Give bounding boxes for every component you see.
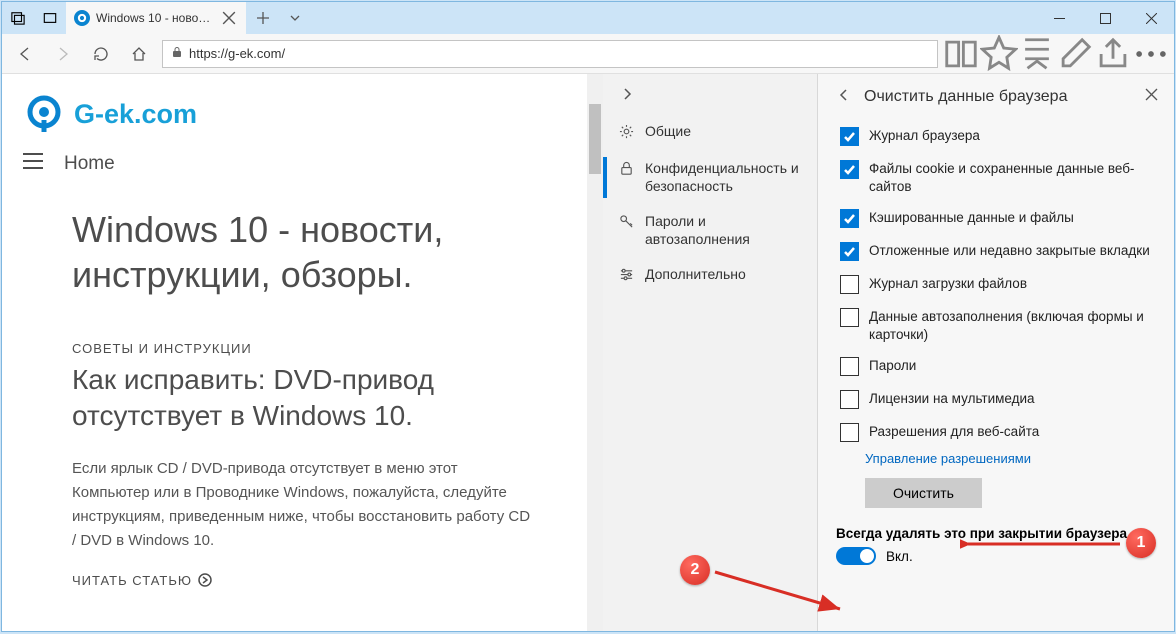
window-close-button[interactable] [1128, 2, 1174, 34]
tab-favicon [74, 10, 90, 26]
checkbox-row-3[interactable]: Отложенные или недавно закрытые вкладки [836, 235, 1158, 268]
nav-refresh-button[interactable] [82, 34, 120, 74]
checkbox-row-1[interactable]: Файлы cookie и сохраненные данные веб-са… [836, 153, 1158, 202]
checkbox-label: Журнал браузера [869, 127, 980, 145]
settings-item-privacy[interactable]: Конфиденциальность и безопасность [603, 151, 817, 204]
checkbox[interactable] [840, 275, 859, 294]
checkbox-row-8[interactable]: Разрешения для веб-сайта [836, 416, 1158, 449]
tab-chevron-icon[interactable] [280, 2, 310, 34]
annotation-badge-2: 2 [680, 555, 710, 585]
new-tab-button[interactable] [246, 2, 280, 34]
settings-item-passwords[interactable]: Пароли и автозаполнения [603, 204, 817, 257]
toggle-state-label: Вкл. [886, 549, 913, 564]
always-delete-toggle[interactable] [836, 547, 876, 565]
checkbox-row-4[interactable]: Журнал загрузки файлов [836, 268, 1158, 301]
panel-close-button[interactable] [1145, 88, 1158, 106]
checkbox[interactable] [840, 127, 859, 146]
lock-icon [171, 45, 183, 63]
favorite-star-icon[interactable] [980, 34, 1018, 74]
tabs-aside-icon[interactable] [2, 2, 34, 34]
favorites-hub-icon[interactable] [1018, 34, 1056, 74]
manage-permissions-link[interactable]: Управление разрешениями [836, 449, 1158, 466]
article-category: СОВЕТЫ И ИНСТРУКЦИИ [2, 317, 603, 362]
article-body: Если ярлык CD / DVD-привода отсутствует … [2, 449, 603, 553]
nav-home-link[interactable]: Home [64, 153, 115, 175]
lock-icon [619, 161, 635, 179]
hamburger-icon[interactable] [22, 152, 44, 175]
logo-text: G-ek.com [74, 99, 197, 130]
checkbox-label: Лицензии на мультимедиа [869, 390, 1035, 408]
window-maximize-button[interactable] [1082, 2, 1128, 34]
checkbox[interactable] [840, 242, 859, 261]
window-minimize-button[interactable] [1036, 2, 1082, 34]
read-more-link[interactable]: ЧИТАТЬ СТАТЬЮ [2, 553, 603, 588]
article-title[interactable]: Как исправить: DVD-привод отсутствует в … [2, 362, 603, 449]
logo-mark-icon [22, 92, 66, 136]
browser-tab[interactable]: Windows 10 - новости, [66, 2, 246, 34]
sliders-icon [619, 267, 635, 285]
panel-title: Очистить данные браузера [864, 88, 1133, 106]
checkbox[interactable] [840, 423, 859, 442]
web-notes-icon[interactable] [1056, 34, 1094, 74]
tab-title: Windows 10 - новости, [96, 11, 216, 25]
arrow-circle-icon [198, 573, 212, 587]
settings-item-advanced[interactable]: Дополнительно [603, 257, 817, 294]
checkbox[interactable] [840, 308, 859, 327]
address-text: https://g-ek.com/ [189, 46, 285, 61]
site-logo[interactable]: G-ek.com [2, 86, 603, 144]
page-headline: Windows 10 - новости, инструкции, обзоры… [2, 191, 603, 317]
annotation-arrow-1 [960, 535, 1125, 553]
nav-back-button[interactable] [6, 34, 44, 74]
checkbox-label: Разрешения для веб-сайта [869, 423, 1039, 441]
settings-item-general[interactable]: Общие [603, 114, 817, 151]
clear-button[interactable]: Очистить [865, 478, 982, 508]
checkbox[interactable] [840, 209, 859, 228]
reading-view-icon[interactable] [942, 34, 980, 74]
checkbox-row-7[interactable]: Лицензии на мультимедиа [836, 383, 1158, 416]
settings-sidebar: Общие Конфиденциальность и безопасность … [603, 74, 818, 631]
address-bar[interactable]: https://g-ek.com/ [162, 40, 938, 68]
settings-back-button[interactable] [603, 74, 817, 114]
page-scrollbar[interactable] [587, 74, 603, 631]
checkbox-label: Отложенные или недавно закрытые вкладки [869, 242, 1150, 260]
share-icon[interactable] [1094, 34, 1132, 74]
tabs-preview-icon[interactable] [34, 2, 66, 34]
nav-forward-button[interactable] [44, 34, 82, 74]
checkbox-label: Кэшированные данные и файлы [869, 209, 1074, 227]
checkbox[interactable] [840, 357, 859, 376]
menu-dots-icon[interactable] [1132, 34, 1170, 74]
checkbox-row-5[interactable]: Данные автозаполнения (включая формы и к… [836, 301, 1158, 350]
key-icon [619, 214, 635, 232]
checkbox-row-6[interactable]: Пароли [836, 350, 1158, 383]
checkbox-label: Пароли [869, 357, 916, 375]
checkbox-row-0[interactable]: Журнал браузера [836, 120, 1158, 153]
annotation-badge-1: 1 [1126, 528, 1156, 558]
checkbox-row-2[interactable]: Кэшированные данные и файлы [836, 202, 1158, 235]
nav-home-button[interactable] [120, 34, 158, 74]
checkbox-label: Журнал загрузки файлов [869, 275, 1027, 293]
checkbox-label: Файлы cookie и сохраненные данные веб-са… [869, 160, 1154, 195]
checkbox[interactable] [840, 390, 859, 409]
checkbox-label: Данные автозаполнения (включая формы и к… [869, 308, 1154, 343]
gear-icon [619, 124, 635, 142]
checkbox[interactable] [840, 160, 859, 179]
annotation-arrow-2 [710, 567, 850, 615]
tab-close-icon[interactable] [222, 11, 236, 25]
panel-back-button[interactable] [836, 87, 852, 108]
